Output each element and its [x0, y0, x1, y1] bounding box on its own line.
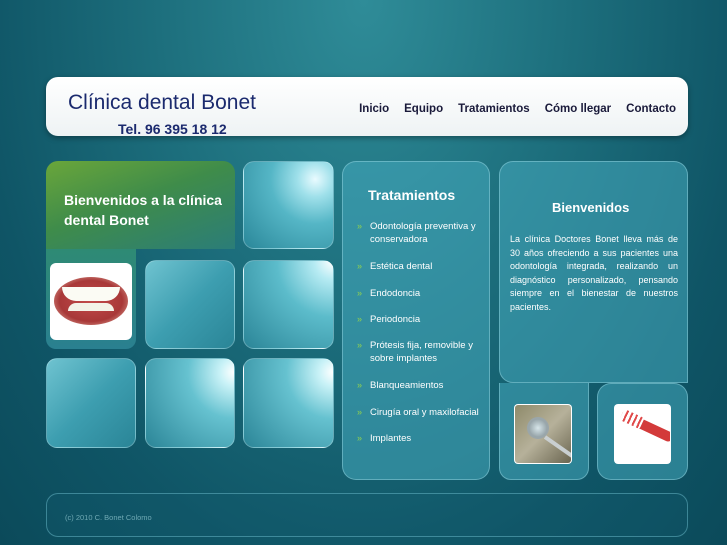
header-bar: Clínica dental Bonet Tel. 96 395 18 12 I… [46, 77, 688, 137]
list-item[interactable]: » Blanqueamientos [357, 379, 487, 406]
arrow-icon: » [357, 261, 363, 271]
treatments-list: » Odontología preventiva y conservadora »… [357, 220, 487, 458]
nav-equipo[interactable]: Equipo [404, 103, 443, 115]
welcome-panel-text: La clínica Doctores Bonet lleva más de 3… [510, 234, 678, 312]
nav-como-llegar[interactable]: Cómo llegar [545, 103, 611, 115]
toothbrush-image [614, 404, 671, 464]
arrow-icon: » [357, 380, 363, 390]
treatments-title: Tratamientos [368, 187, 456, 203]
decorative-tile [243, 358, 334, 448]
decorative-tile [243, 260, 334, 349]
welcome-panel-title: Bienvenidos [552, 200, 630, 215]
arrow-icon: » [357, 340, 363, 350]
nav-tratamientos[interactable]: Tratamientos [458, 103, 530, 115]
decorative-tile [145, 358, 235, 448]
arrow-icon: » [357, 288, 363, 298]
arrow-icon: » [357, 314, 363, 324]
decorative-tile [243, 161, 334, 249]
dental-mirror-image [514, 404, 572, 464]
decorative-tile [145, 260, 235, 349]
welcome-heading: Bienvenidos a la clínica dental Bonet [64, 192, 222, 228]
smile-image [50, 263, 132, 340]
decorative-tile [46, 358, 136, 448]
nav-contacto[interactable]: Contacto [626, 103, 676, 115]
list-item[interactable]: » Cirugía oral y maxilofacial [357, 406, 487, 432]
arrow-icon: » [357, 407, 363, 417]
list-item[interactable]: » Endodoncia [357, 287, 487, 313]
list-item[interactable]: » Odontología preventiva y conservadora [357, 220, 487, 260]
main-nav: Inicio Equipo Tratamientos Cómo llegar C… [359, 103, 676, 115]
nav-inicio[interactable]: Inicio [359, 103, 389, 115]
phone-number: Tel. 96 395 18 12 [118, 121, 227, 137]
footer: (c) 2010 C. Bonet Colomo [46, 493, 688, 537]
arrow-icon: » [357, 433, 363, 443]
site-title[interactable]: Clínica dental Bonet [68, 91, 256, 115]
list-item[interactable]: » Prótesis fija, removible y sobre implan… [357, 339, 487, 379]
list-item[interactable]: » Periodoncia [357, 313, 487, 339]
list-item[interactable]: » Implantes [357, 432, 487, 458]
copyright-text: (c) 2010 C. Bonet Colomo [65, 513, 152, 522]
arrow-icon: » [357, 221, 363, 231]
list-item[interactable]: » Estética dental [357, 260, 487, 287]
